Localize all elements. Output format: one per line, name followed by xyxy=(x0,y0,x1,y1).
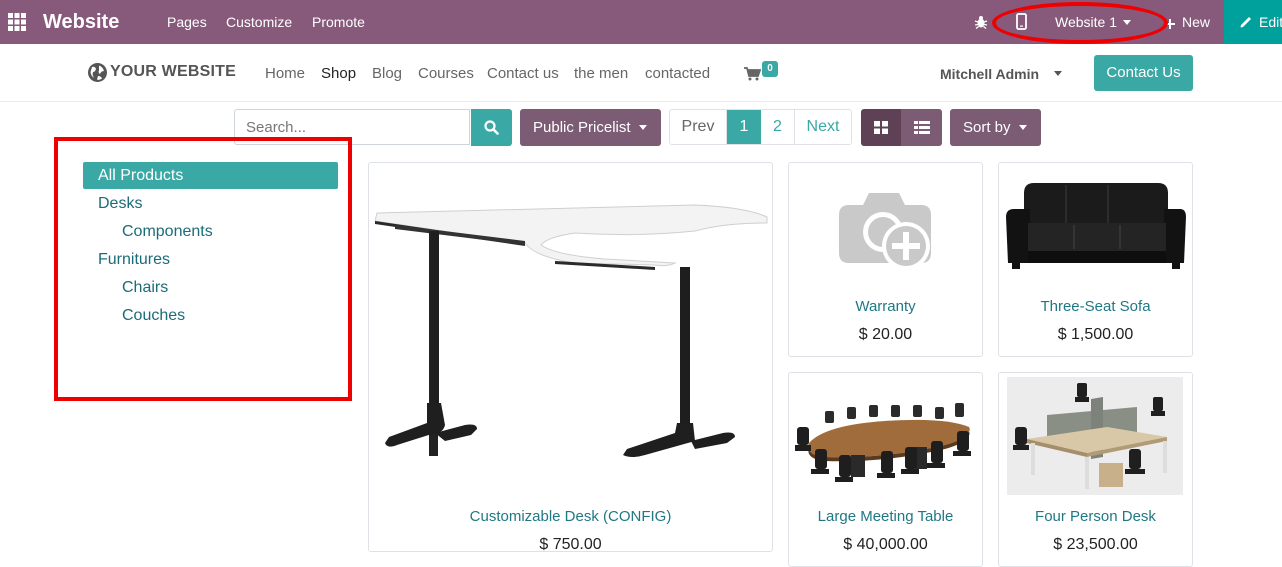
apps-menu-icon[interactable] xyxy=(8,13,26,31)
sort-chevron-down-icon xyxy=(1019,125,1027,130)
nav-courses[interactable]: Courses xyxy=(418,64,474,84)
grid-icon xyxy=(874,121,888,134)
nav-the-men[interactable]: the men xyxy=(574,64,628,84)
pricelist-label: Public Pricelist xyxy=(533,119,631,136)
placeholder-camera-plus-icon xyxy=(839,187,933,271)
pagination: Prev 1 2 Next xyxy=(669,109,852,145)
annotation-oval-highlight xyxy=(992,2,1168,44)
bug-icon[interactable] xyxy=(974,15,988,30)
menu-pages[interactable]: Pages xyxy=(167,0,207,44)
nav-shop[interactable]: Shop xyxy=(321,64,356,84)
product-price: $ 750.00 xyxy=(539,536,602,553)
product-price: $ 1,500.00 xyxy=(1057,326,1134,343)
product-card-large-meeting-table[interactable]: Large Meeting Table $ 40,000.00 xyxy=(788,372,983,567)
product-name[interactable]: Warranty xyxy=(789,297,982,317)
product-card-three-seat-sofa[interactable]: Three-Seat Sofa $ 1,500.00 xyxy=(998,162,1193,357)
pricelist-chevron-down-icon xyxy=(639,125,647,130)
globe-logo-icon xyxy=(87,62,108,83)
menu-customize[interactable]: Customize xyxy=(226,0,292,44)
nav-contacted[interactable]: contacted xyxy=(645,64,710,84)
grid-view-toggle[interactable] xyxy=(861,109,901,146)
product-name[interactable]: Large Meeting Table xyxy=(789,507,982,527)
pager-page-2[interactable]: 2 xyxy=(761,110,795,144)
nav-home[interactable]: Home xyxy=(265,64,305,84)
list-icon xyxy=(914,121,930,134)
nav-contact-us[interactable]: Contact us xyxy=(487,64,559,84)
product-price: $ 40,000.00 xyxy=(843,536,928,553)
search-icon xyxy=(484,120,499,135)
search-button[interactable] xyxy=(471,109,512,146)
pager-prev[interactable]: Prev xyxy=(670,110,727,144)
product-card-four-person-desk[interactable]: Four Person Desk $ 23,500.00 xyxy=(998,372,1193,567)
pricelist-dropdown[interactable]: Public Pricelist xyxy=(520,109,661,146)
product-image-four-person-desk xyxy=(1007,377,1183,495)
pager-page-1[interactable]: 1 xyxy=(727,110,761,144)
product-image-desk xyxy=(374,193,769,463)
pager-next[interactable]: Next xyxy=(795,110,851,144)
menu-promote[interactable]: Promote xyxy=(312,0,365,44)
product-name[interactable]: Three-Seat Sofa xyxy=(999,297,1192,317)
sort-by-label: Sort by xyxy=(963,119,1011,136)
product-price: $ 23,500.00 xyxy=(1053,536,1138,553)
app-title[interactable]: Website xyxy=(43,0,119,44)
product-image-sofa xyxy=(1004,179,1188,271)
cart-icon[interactable] xyxy=(744,67,762,81)
product-name[interactable]: Customizable Desk (CONFIG) xyxy=(369,507,772,527)
edit-button[interactable]: Edit xyxy=(1224,0,1282,44)
edit-label: Edit xyxy=(1259,14,1282,30)
sort-by-dropdown[interactable]: Sort by xyxy=(950,109,1041,146)
contact-us-button[interactable]: Contact Us xyxy=(1094,55,1193,91)
nav-blog[interactable]: Blog xyxy=(372,64,402,84)
user-menu[interactable]: Mitchell Admin xyxy=(940,64,1039,84)
new-button[interactable]: New xyxy=(1182,0,1210,44)
list-view-toggle[interactable] xyxy=(901,109,942,146)
pencil-icon xyxy=(1240,15,1253,28)
product-card-warranty[interactable]: Warranty $ 20.00 xyxy=(788,162,983,357)
product-image-meeting-table xyxy=(795,397,977,487)
product-name[interactable]: Four Person Desk xyxy=(999,507,1192,527)
cart-count-badge: 0 xyxy=(762,61,778,77)
annotation-box-highlight xyxy=(54,137,352,401)
product-price: $ 20.00 xyxy=(858,326,913,343)
product-card-customizable-desk[interactable]: Customizable Desk (CONFIG) $ 750.00 xyxy=(368,162,773,553)
user-chevron-down-icon xyxy=(1054,71,1062,76)
site-logo[interactable]: YOUR WEBSITE xyxy=(110,63,236,81)
